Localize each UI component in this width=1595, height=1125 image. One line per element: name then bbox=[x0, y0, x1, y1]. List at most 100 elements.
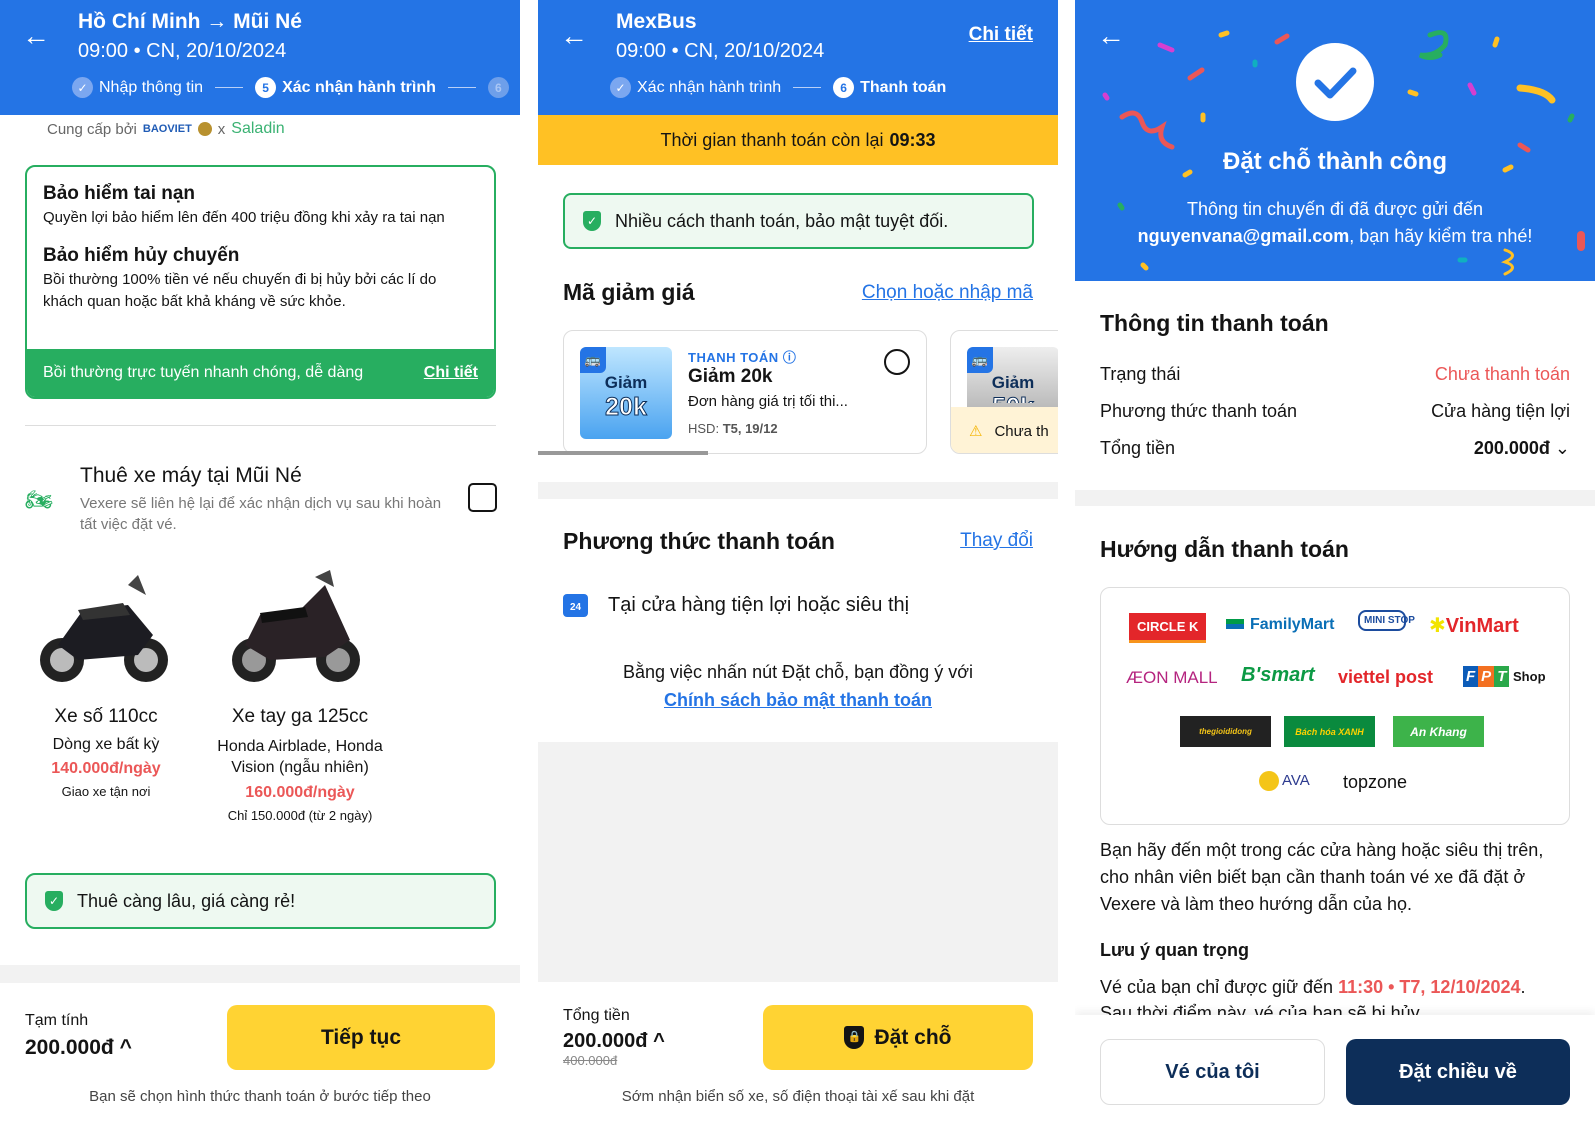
viettel-post-logo: viettel post bbox=[1338, 667, 1434, 687]
bike-name: Xe số 110cc bbox=[54, 706, 158, 727]
bsmart-logo: B'smart bbox=[1241, 664, 1315, 686]
footer-note: Sớm nhận biển số xe, số điện thoại tài x… bbox=[621, 1088, 975, 1105]
shield-lock-icon: 🔒 bbox=[844, 1026, 865, 1049]
bus-icon: 🚌 bbox=[967, 347, 993, 373]
note-text: Vé của bạn chỉ được giữ đến bbox=[1100, 977, 1334, 997]
secure-text: Nhiều cách thanh toán, bảo mật tuyệt đối… bbox=[615, 210, 949, 231]
stepper: ✓ Xác nhận hành trình 6 Thanh toán bbox=[610, 77, 946, 98]
back-arrow-icon[interactable]: ← bbox=[22, 22, 50, 50]
info-row[interactable]: Tổng tiền 200.000đ ⌄ bbox=[1100, 438, 1570, 475]
trip-detail-link[interactable]: Chi tiết bbox=[969, 24, 1033, 46]
bike-option[interactable]: Xe tay ga 125cc Honda Airblade, Honda Vi… bbox=[210, 706, 390, 823]
subtotal-label: Tạm tính bbox=[25, 1012, 89, 1029]
coupon-name: Giảm 20k bbox=[688, 366, 773, 387]
payment-info-rows: Trạng thái Chưa thanh toán Phương thức th… bbox=[1100, 364, 1570, 475]
my-tickets-button[interactable]: Vé của tôi bbox=[1100, 1039, 1325, 1105]
book-button[interactable]: 🔒 Đặt chỗ bbox=[763, 1005, 1033, 1070]
secure-banner: ✓ Nhiều cách thanh toán, bảo mật tuyệt đ… bbox=[563, 193, 1034, 249]
section-gap bbox=[538, 482, 1058, 499]
info-label: Tổng tiền bbox=[1100, 438, 1176, 458]
continue-button[interactable]: Tiếp tục bbox=[227, 1005, 495, 1070]
book-button-label: Đặt chỗ bbox=[874, 1025, 952, 1049]
payment-method-title: Phương thức thanh toán bbox=[563, 528, 835, 554]
step-label: Thanh toán bbox=[860, 78, 947, 96]
payment-guide-title: Hướng dẫn thanh toán bbox=[1100, 536, 1349, 562]
ministop-logo: MINI STOP bbox=[1358, 610, 1415, 631]
insurance-desc: Quyền lợi bảo hiểm lên đến 400 triệu đồn… bbox=[43, 209, 445, 226]
store-logos-box: CIRCLE K FamilyMart MINI STOP ✱VinMart Æ… bbox=[1100, 587, 1570, 825]
stepper: ✓ Nhập thông tin 5 Xác nhận hành trình 6 bbox=[72, 77, 509, 98]
coupon-image-text: Giảm bbox=[604, 373, 648, 392]
email: nguyenvana@gmail.com bbox=[1137, 226, 1350, 246]
coupon-image-amount: 50k bbox=[967, 393, 1058, 403]
baoviet-globe-icon bbox=[197, 122, 212, 136]
circle-k-logo: CIRCLE K bbox=[1129, 613, 1207, 643]
privacy-policy-link[interactable]: Chính sách bảo mật thanh toán bbox=[664, 690, 932, 710]
bike-price: 160.000đ/ngày bbox=[245, 784, 355, 801]
coupon-image: 🚌 Giảm 20k bbox=[580, 347, 672, 439]
insurance-title: Bảo hiểm tai nạn bbox=[43, 183, 196, 204]
chevron-up-icon: ^ bbox=[653, 1030, 665, 1052]
vinmart-text: VinMart bbox=[1445, 615, 1519, 637]
coupon-scrollbar[interactable] bbox=[538, 451, 708, 455]
step-divider bbox=[447, 87, 476, 88]
choose-coupon-link[interactable]: Chọn hoặc nhập mã bbox=[862, 282, 1033, 304]
bike-note: Giao xe tận nơi bbox=[61, 784, 151, 799]
success-title: Đặt chỗ thành công bbox=[1223, 148, 1447, 175]
saladin-logo: Saladin bbox=[231, 120, 285, 137]
divider bbox=[25, 425, 496, 426]
provider-label: Cung cấp bởi bbox=[47, 120, 137, 138]
back-arrow-icon[interactable]: ← bbox=[1097, 22, 1125, 50]
route-title: Hồ Chí Minh → Mũi Né bbox=[78, 10, 302, 33]
payment-screen: ← MexBus 09:00 • CN, 20/10/2024 Chi tiết… bbox=[538, 0, 1058, 1125]
change-payment-link[interactable]: Thay đổi bbox=[960, 530, 1033, 552]
total-value[interactable]: 200.000đ ^ bbox=[563, 1030, 665, 1053]
step-label: Nhập thông tin bbox=[99, 78, 204, 96]
warning-icon: ⚠ bbox=[969, 423, 983, 440]
step-divider bbox=[215, 87, 244, 88]
separator: x bbox=[217, 120, 226, 138]
coupon-tag: THANH TOÁN ⓘ bbox=[688, 347, 796, 366]
empty-area bbox=[538, 742, 1058, 982]
rental-checkbox[interactable] bbox=[468, 483, 497, 512]
scooter-motorbike-image bbox=[232, 570, 360, 682]
fpt-shop-logo: FPT Shop bbox=[1463, 666, 1546, 687]
info-icon[interactable]: ⓘ bbox=[783, 350, 797, 365]
hold-deadline-text: Vé của bạn chỉ được giữ đến 11:30 • T7, … bbox=[1100, 977, 1526, 998]
warning-text: Chưa th bbox=[994, 422, 1049, 440]
coupon-radio[interactable] bbox=[884, 349, 910, 375]
total-amount: 200.000đ bbox=[563, 1030, 648, 1052]
success-header: ← Đặt chỗ thành công Thông tin chuyến đi… bbox=[1075, 0, 1595, 281]
an-khang-logo: An Khang bbox=[1393, 716, 1484, 747]
insurance-footer: Bồi thường trực tuyến nhanh chóng, dễ dà… bbox=[27, 349, 494, 397]
ava-logo: AVA bbox=[1259, 771, 1310, 791]
info-label: Phương thức thanh toán bbox=[1100, 401, 1298, 421]
timer-value: 09:33 bbox=[889, 129, 936, 150]
subtotal-value[interactable]: 200.000đ ^ bbox=[25, 1036, 132, 1060]
insurance-detail-link[interactable]: Chi tiết bbox=[424, 364, 478, 382]
insurance-card: Bảo hiểm tai nạn Quyền lợi bảo hiểm lên … bbox=[25, 165, 496, 399]
original-price: 400.000đ bbox=[563, 1053, 618, 1068]
header: ← MexBus 09:00 • CN, 20/10/2024 Chi tiết… bbox=[538, 0, 1058, 115]
important-note-title: Lưu ý quan trọng bbox=[1100, 940, 1250, 960]
trip-time: 09:00 • CN, 20/10/2024 bbox=[78, 40, 287, 62]
baoviet-logo: BAOVIET bbox=[142, 123, 192, 135]
book-return-trip-button[interactable]: Đặt chiều về bbox=[1346, 1039, 1570, 1105]
underbone-motorbike-image bbox=[40, 575, 168, 682]
familymart-logo: FamilyMart bbox=[1226, 616, 1334, 634]
coupon-expiry: HSD: T5, 19/12 bbox=[688, 421, 778, 436]
vinmart-logo: ✱VinMart bbox=[1429, 615, 1519, 637]
coupon-card[interactable]: 🚌 Giảm 50k ⚠ Chưa th bbox=[950, 330, 1058, 454]
motorbike-icon: 🏍 bbox=[25, 487, 53, 512]
bach-hoa-xanh-logo: Bách hóa XANH bbox=[1284, 716, 1375, 747]
expiry-label: HSD: bbox=[688, 421, 720, 436]
bike-option[interactable]: Xe số 110cc Dòng xe bất kỳ 140.000đ/ngày… bbox=[26, 706, 186, 799]
success-check-icon bbox=[1296, 43, 1374, 121]
back-arrow-icon[interactable]: ← bbox=[560, 22, 588, 50]
policy-link-wrap: Chính sách bảo mật thanh toán bbox=[538, 690, 1058, 711]
info-row: Phương thức thanh toán Cửa hàng tiện lợi bbox=[1100, 401, 1570, 438]
step-number: 6 bbox=[487, 77, 509, 98]
coupon-tag-text: THANH TOÁN bbox=[688, 350, 779, 365]
coupon-card[interactable]: 🚌 Giảm 20k THANH TOÁN ⓘ Giảm 20k Đơn hàn… bbox=[563, 330, 927, 454]
payment-timer-bar: Thời gian thanh toán còn lại 09:33 bbox=[538, 115, 1058, 165]
